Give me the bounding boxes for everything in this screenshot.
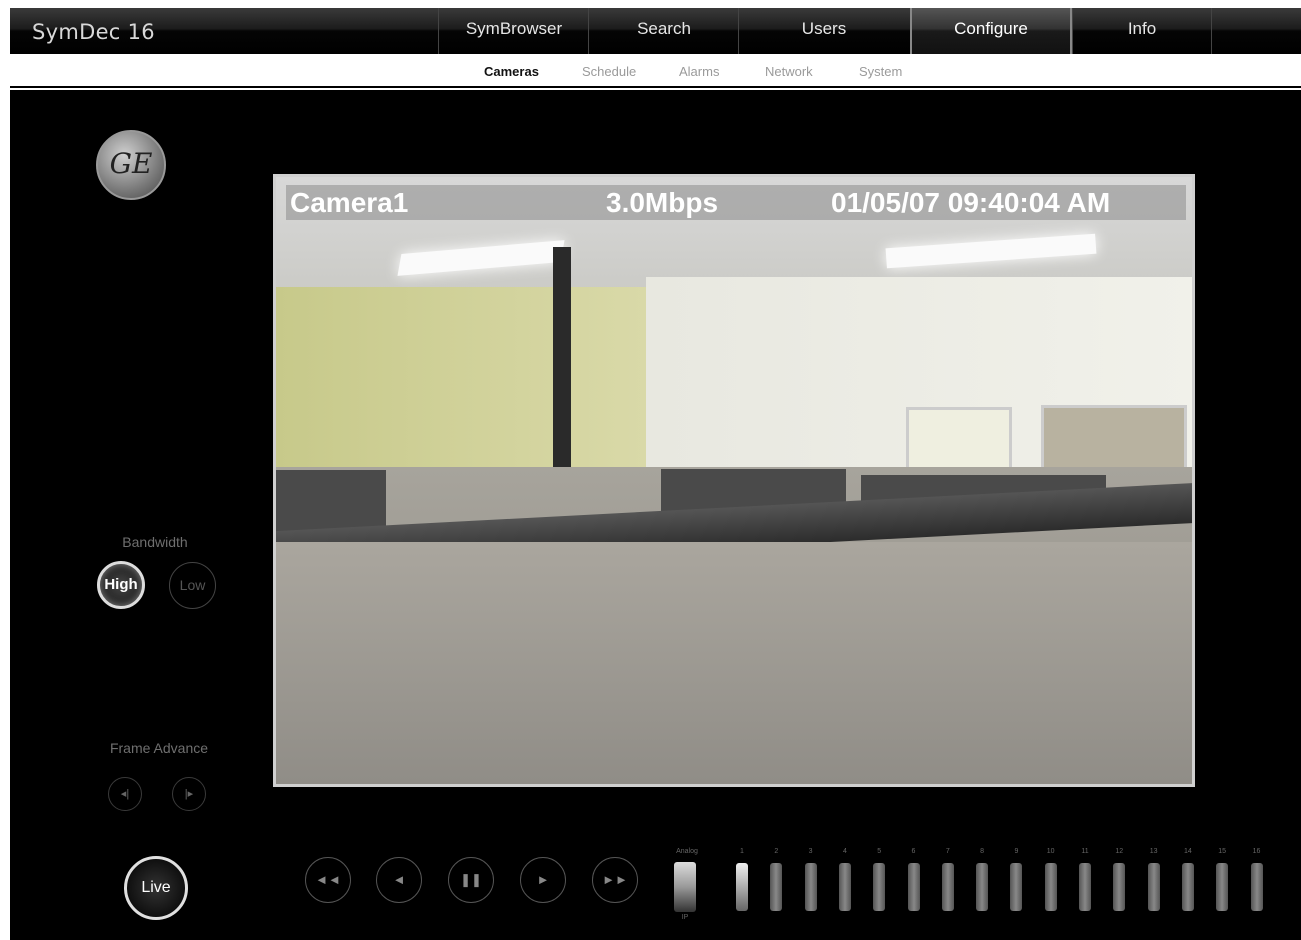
app-title: SymDec 16 <box>32 20 155 44</box>
analog-label: Analog <box>676 848 698 855</box>
step-back-button[interactable]: ◄ <box>376 857 422 903</box>
channel-4-switch[interactable] <box>838 863 851 911</box>
channel-16-switch[interactable] <box>1250 863 1263 911</box>
channel-7-label: 7 <box>945 848 950 855</box>
top-nav-bar: SymDec 16 SymBrowser Search Users Config… <box>10 8 1301 54</box>
scene-pillar <box>553 247 571 467</box>
channel-9-label: 9 <box>1014 848 1019 855</box>
live-button[interactable]: Live <box>124 856 188 920</box>
channel-1-switch[interactable] <box>736 863 748 911</box>
channel-8-switch[interactable] <box>976 863 989 911</box>
camera-name: Camera1 <box>290 187 409 218</box>
channel-16-label: 16 <box>1252 848 1261 855</box>
tab-symbrowser[interactable]: SymBrowser <box>438 8 589 54</box>
channel-2-switch[interactable] <box>770 863 783 911</box>
channel-2-label: 2 <box>774 848 779 855</box>
play-button[interactable]: ► <box>520 857 566 903</box>
channel-4-label: 4 <box>842 848 847 855</box>
scene-wall-left <box>276 287 646 477</box>
tab-users[interactable]: Users <box>738 8 909 54</box>
frame-forward-button[interactable]: |▸ <box>172 777 206 811</box>
bandwidth-label: Bandwidth <box>122 534 188 550</box>
channel-14-switch[interactable] <box>1181 863 1194 911</box>
channel-7-switch[interactable] <box>941 863 954 911</box>
tab-info[interactable]: Info <box>1072 8 1212 54</box>
ip-label: IP <box>681 914 689 921</box>
channel-12-label: 12 <box>1115 848 1124 855</box>
channel-8-label: 8 <box>980 848 985 855</box>
scene-window <box>906 407 1012 473</box>
sub-nav-bar: Cameras Schedule Alarms Network System <box>10 54 1301 88</box>
channel-10-label: 10 <box>1046 848 1055 855</box>
camera-video-feed[interactable]: Camera1 3.0Mbps 01/05/07 09:40:04 AM <box>273 174 1195 787</box>
channel-11-label: 11 <box>1081 848 1089 855</box>
channel-5-label: 5 <box>877 848 882 855</box>
tab-configure[interactable]: Configure <box>910 8 1072 54</box>
channel-10-switch[interactable] <box>1044 863 1057 911</box>
bandwidth-low-button[interactable]: Low <box>169 562 216 609</box>
subnav-network[interactable]: Network <box>765 64 813 79</box>
channel-1-label: 1 <box>740 848 744 855</box>
channel-14-label: 14 <box>1183 848 1192 855</box>
subnav-system[interactable]: System <box>859 64 902 79</box>
tab-search[interactable]: Search <box>588 8 739 54</box>
channel-11-switch[interactable] <box>1079 863 1091 911</box>
channel-12-switch[interactable] <box>1113 863 1126 911</box>
ge-logo: GE <box>96 130 166 200</box>
rewind-button[interactable]: ◄◄ <box>305 857 351 903</box>
subnav-alarms[interactable]: Alarms <box>679 64 719 79</box>
channel-3-switch[interactable] <box>804 863 817 911</box>
frame-advance-label: Frame Advance <box>109 740 209 756</box>
scene-window <box>1041 405 1187 473</box>
subnav-schedule[interactable]: Schedule <box>582 64 636 79</box>
channel-13-label: 13 <box>1149 848 1158 855</box>
pause-button[interactable]: ❚❚ <box>448 857 494 903</box>
channel-3-label: 3 <box>808 848 813 855</box>
bandwidth-high-button[interactable]: High <box>97 561 145 609</box>
scene-cubicle-wall <box>276 542 1192 784</box>
fast-forward-button[interactable]: ►► <box>592 857 638 903</box>
main-panel: GE Bandwidth High Low Frame Advance ◂| |… <box>10 90 1301 940</box>
channel-15-switch[interactable] <box>1216 863 1229 911</box>
channel-5-switch[interactable] <box>873 863 886 911</box>
logo-text: GE <box>109 147 153 180</box>
channel-6-label: 6 <box>911 848 916 855</box>
channel-9-switch[interactable] <box>1010 863 1023 911</box>
camera-bitrate: 3.0Mbps <box>606 187 719 218</box>
channel-15-label: 15 <box>1218 848 1227 855</box>
analog-ip-toggle[interactable] <box>674 862 696 912</box>
channel-6-switch[interactable] <box>907 863 920 911</box>
camera-timestamp: 01/05/07 09:40:04 AM <box>831 187 1111 218</box>
channel-13-switch[interactable] <box>1147 863 1160 911</box>
subnav-cameras[interactable]: Cameras <box>484 64 539 79</box>
frame-back-button[interactable]: ◂| <box>108 777 142 811</box>
